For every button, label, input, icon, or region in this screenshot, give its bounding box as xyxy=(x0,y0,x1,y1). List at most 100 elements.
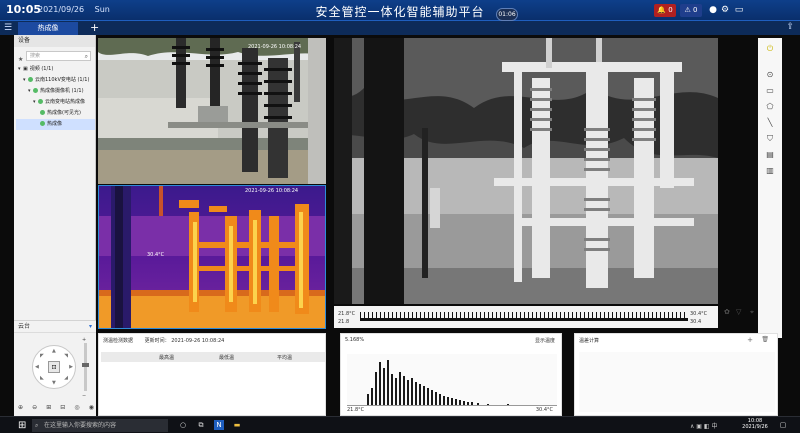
col-max: 最高温 xyxy=(159,355,175,361)
power-icon[interactable]: ⏻ xyxy=(765,44,775,54)
window-icon[interactable]: ▭ xyxy=(734,5,744,15)
focus-near-icon[interactable]: ⊞ xyxy=(46,404,51,414)
add-icon[interactable]: + xyxy=(747,336,753,344)
tree-item-thermal-group[interactable]: ▾ 云南变电站热成像 xyxy=(16,97,95,108)
ptz-collapse-icon[interactable]: ▾ xyxy=(89,321,92,333)
slider-handle[interactable] xyxy=(82,363,89,367)
system-tray-icons[interactable]: ∧ ▣ ◧ 中 xyxy=(690,421,717,430)
thermal-camera-view[interactable]: 2021-09-26 10:08:24 30.4°C xyxy=(98,185,326,329)
zoom-in-icon[interactable]: ⊕ xyxy=(18,404,23,414)
taskbar-clock[interactable]: 10:08 2021/9/26 xyxy=(740,418,770,430)
tree-item-thermal[interactable]: 热成像 xyxy=(16,119,95,130)
line-icon[interactable]: ╲ xyxy=(765,118,775,128)
taskbar-search-input[interactable]: ⌕ 在这里输入你要搜索的内容 xyxy=(32,419,168,432)
up-arrow-icon[interactable]: ▲ xyxy=(52,348,56,354)
notification-icon[interactable]: ▢ xyxy=(778,420,788,430)
temp-diff-body xyxy=(579,352,775,412)
zoom-out-icon[interactable]: ⊖ xyxy=(32,404,37,414)
visible-camera-view[interactable]: 2021-09-26 10:08:24 xyxy=(98,38,326,184)
slider-minus-icon[interactable]: − xyxy=(82,393,86,399)
histogram-axis-min: 21.8°C xyxy=(347,407,365,413)
down-arrow-icon[interactable]: ▼ xyxy=(52,380,56,386)
update-time: 2021-09-26 10:08:24 xyxy=(171,338,225,344)
up-left-arrow-icon[interactable]: ◤ xyxy=(40,353,44,359)
notice-count: 0 xyxy=(693,6,698,14)
polygon-icon[interactable]: ⬠ xyxy=(765,102,775,112)
filter-icon[interactable]: ▽ xyxy=(736,308,741,320)
down-left-arrow-icon[interactable]: ◣ xyxy=(40,375,44,381)
folder-icon[interactable]: ▤ xyxy=(765,150,775,160)
ptz-header: 云台 ▾ xyxy=(14,321,96,333)
slider-plus-icon[interactable]: + xyxy=(82,337,86,343)
ptz-speed-slider[interactable] xyxy=(82,343,89,391)
ptz-direction-pad[interactable]: ▲ ▼ ◀ ▶ ◤ ◥ ◣ ◢ ⊡ xyxy=(32,345,76,389)
app-taskbar-icon[interactable]: N xyxy=(214,420,224,430)
tree-item-label: 热成像 xyxy=(47,121,63,127)
status-dot-icon xyxy=(38,99,43,104)
tree-item-label: 视频 (1/1) xyxy=(29,66,54,72)
palette-icon[interactable]: ✿ xyxy=(724,308,730,320)
app-window: 10:05 2021/09/26 Sun 安全管控一体化智能辅助平台 01:06… xyxy=(0,0,800,433)
windows-start-icon[interactable]: ⊞ xyxy=(18,420,26,431)
focus-far-icon[interactable]: ⊟ xyxy=(60,404,65,414)
top-bar: 10:05 2021/09/26 Sun 安全管控一体化智能辅助平台 01:06… xyxy=(0,0,800,21)
up-right-arrow-icon[interactable]: ◥ xyxy=(64,353,68,359)
tab-thermal[interactable]: 热成像 xyxy=(18,22,78,35)
iris-icon[interactable]: ◎ xyxy=(74,404,79,414)
target-icon[interactable]: ⊙ xyxy=(765,70,775,80)
task-view-icon[interactable]: ⧉ xyxy=(196,420,206,430)
status-dot-icon xyxy=(28,77,33,82)
delete-icon[interactable]: 🗑 xyxy=(761,336,769,343)
temperature-range-bar[interactable]: 21.8°C 21.8 30.4°C 30.4 xyxy=(334,306,718,328)
detection-panel-header: 测温检测数据 更新时间： 2021-09-26 10:08:24 xyxy=(99,334,325,346)
search-icon[interactable]: ⌕ xyxy=(85,52,88,61)
device-search-input[interactable]: 搜索 ⌕ xyxy=(26,51,91,61)
right-arrow-icon[interactable]: ▶ xyxy=(69,364,73,370)
alarm-badge[interactable]: 🔔 0 xyxy=(654,4,676,17)
status-dot-icon xyxy=(33,88,38,93)
tree-item-visible[interactable]: 热成像(可见光) xyxy=(16,108,95,119)
tree-item-video[interactable]: ▾ ▣ 视频 (1/1) xyxy=(16,64,95,75)
save-icon[interactable]: ▥ xyxy=(765,166,775,176)
detection-title: 测温检测数据 xyxy=(103,338,134,344)
thermal-timestamp: 2021-09-26 10:08:24 xyxy=(245,188,299,194)
os-taskbar: ⊞ ⌕ 在这里输入你要搜索的内容 ○ ⧉ N ▬ ∧ ▣ ◧ 中 10:08 2… xyxy=(0,416,800,433)
main-grayscale-image xyxy=(334,38,718,304)
main-thermal-view[interactable] xyxy=(334,38,718,304)
tab-right-icon[interactable]: ⇪ xyxy=(786,22,794,32)
ptz-center-button[interactable]: ⊡ xyxy=(48,361,60,373)
folder-icon: ▣ xyxy=(23,66,28,72)
star-icon[interactable]: ★ xyxy=(18,56,23,63)
temperature-range-slider[interactable] xyxy=(360,318,688,321)
tree-item-substation[interactable]: ▾ 云南110kV变电站 (1/1) xyxy=(16,75,95,86)
left-arrow-icon[interactable]: ◀ xyxy=(35,364,39,370)
tree-item-camera-group[interactable]: ▾ 热成像摄像机 (1/1) xyxy=(16,86,95,97)
settings-icon[interactable]: ⚙ xyxy=(720,5,730,15)
temp-diff-header: 温差计算 + 🗑 xyxy=(575,334,777,346)
histogram-header: 5.168% 显示温度 xyxy=(341,334,561,346)
tree-item-label: 热成像摄像机 (1/1) xyxy=(40,88,84,94)
menu-icon[interactable]: ☰ xyxy=(4,23,12,33)
cortana-icon[interactable]: ○ xyxy=(178,420,188,430)
pin-icon[interactable]: ⌖ xyxy=(750,308,754,320)
col-min: 最低温 xyxy=(219,355,235,361)
preset-icon[interactable]: ◉ xyxy=(89,404,94,414)
user-icon[interactable]: ● xyxy=(708,5,718,15)
temp-min-small: 21.8 xyxy=(338,319,350,325)
tab-add-button[interactable]: + xyxy=(90,21,99,34)
shield-icon[interactable]: ⛉ xyxy=(765,134,775,144)
right-toolbar: ⏻ ⊙ ▭ ⬠ ╲ ⛉ ▤ ▥ xyxy=(758,38,782,338)
device-panel-header: 设备 xyxy=(14,35,95,47)
alarm-count: 0 xyxy=(668,6,673,14)
notice-badge[interactable]: ⚠ 0 xyxy=(680,4,702,17)
rectangle-icon[interactable]: ▭ xyxy=(765,86,775,96)
folder-taskbar-icon[interactable]: ▬ xyxy=(232,420,242,430)
histogram-percent: 5.168% xyxy=(345,337,365,343)
tree-item-label: 云南变电站热成像 xyxy=(45,99,86,105)
clock-badge: 01:06 xyxy=(496,8,518,21)
histogram-mode[interactable]: 显示温度 xyxy=(535,337,555,344)
device-panel: 设备 ★ 搜索 ⌕ ▾ ▣ 视频 (1/1) ▾ 云南110kV变电站 (1/1) ▾… xyxy=(14,35,96,320)
down-right-arrow-icon[interactable]: ◢ xyxy=(64,375,68,381)
detection-table-header: 最高温 最低温 平均温 xyxy=(101,352,325,362)
tree-item-label: 热成像(可见光) xyxy=(47,110,81,116)
